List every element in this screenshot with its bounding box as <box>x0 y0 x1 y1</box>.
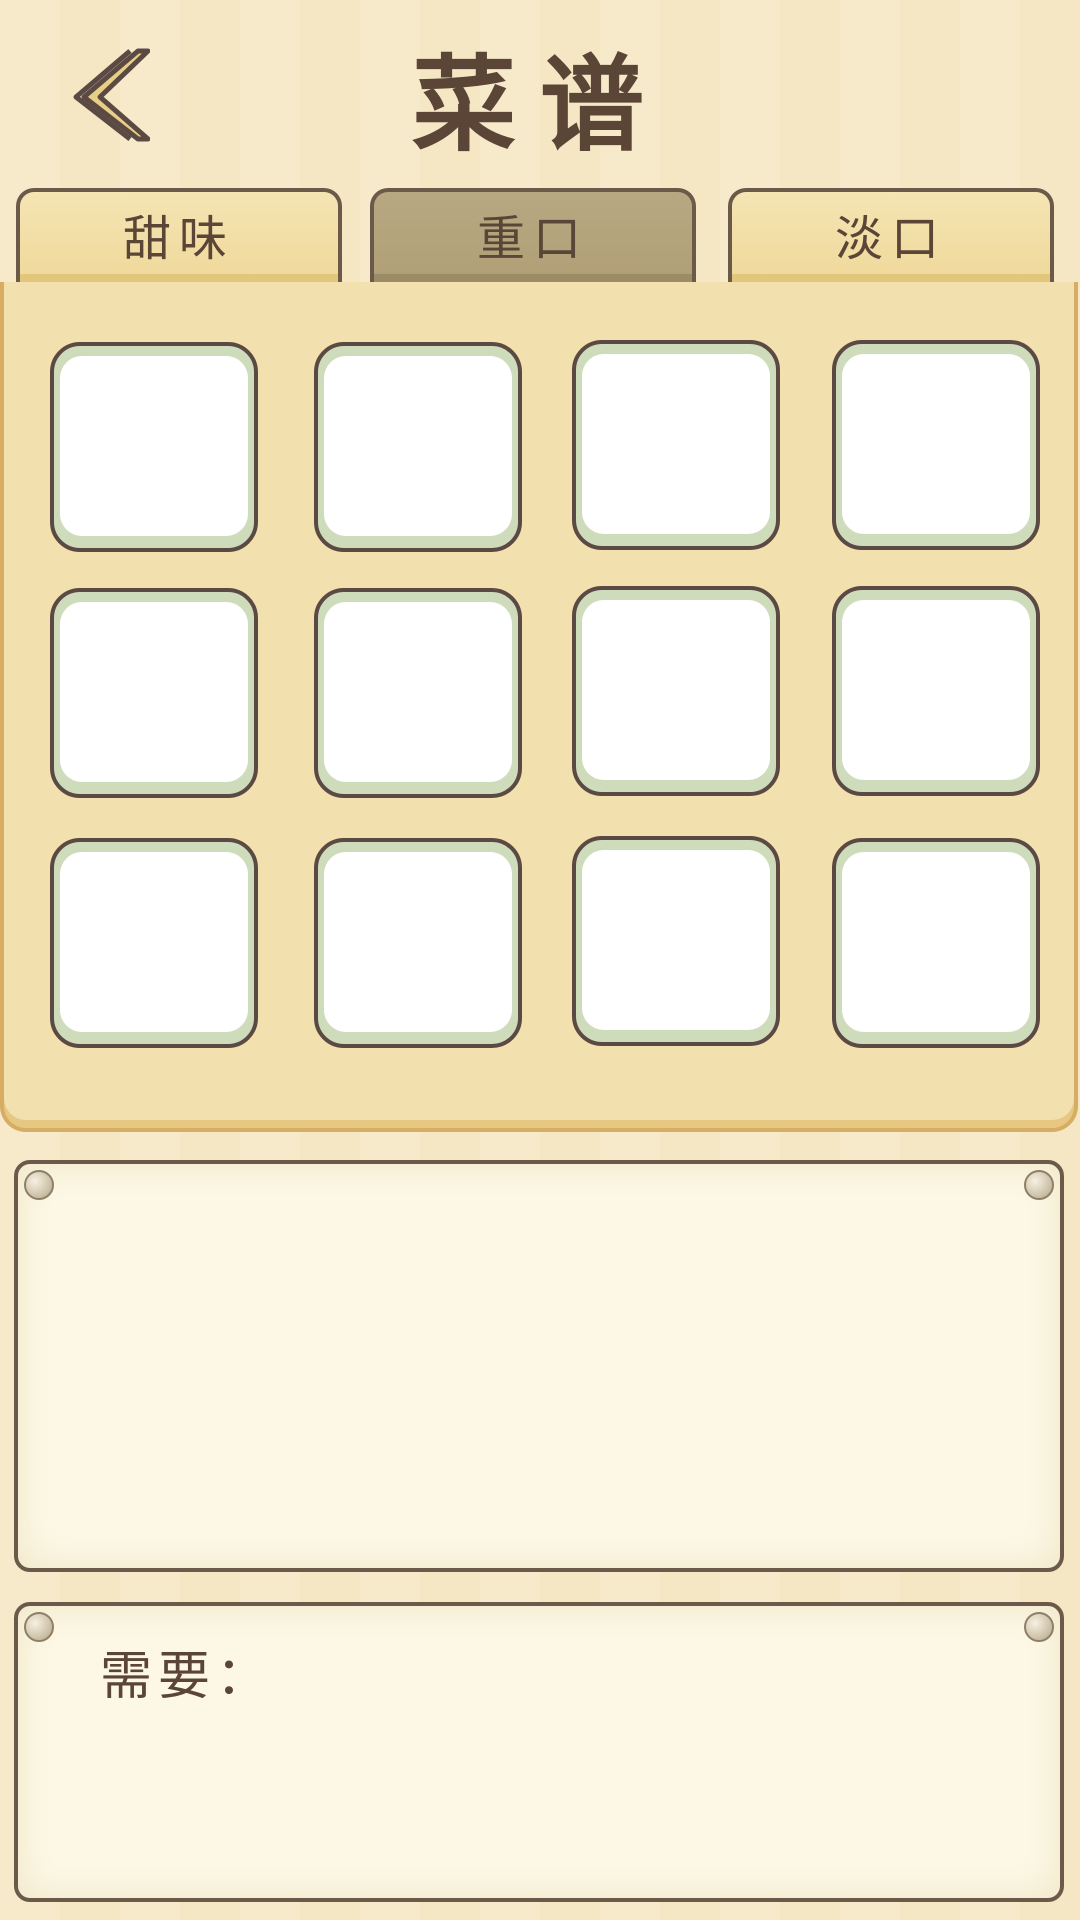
recipe-slot[interactable] <box>572 836 780 1046</box>
tab-light[interactable]: 淡口 <box>728 188 1054 282</box>
tab-heavy[interactable]: 重口 <box>370 188 696 282</box>
pin-icon <box>24 1170 54 1200</box>
recipe-slot[interactable] <box>50 838 258 1048</box>
recipe-slot[interactable] <box>50 588 258 798</box>
recipe-slot[interactable] <box>572 586 780 796</box>
recipe-slot[interactable] <box>314 588 522 798</box>
pin-icon <box>24 1612 54 1642</box>
recipe-slot[interactable] <box>832 838 1040 1048</box>
pin-icon <box>1024 1170 1054 1200</box>
recipe-slot[interactable] <box>314 838 522 1048</box>
recipe-slot[interactable] <box>572 340 780 550</box>
recipe-slot[interactable] <box>314 342 522 552</box>
tab-sweet[interactable]: 甜味 <box>16 188 342 282</box>
pin-icon <box>1024 1612 1054 1642</box>
back-button[interactable] <box>60 45 151 145</box>
requirement-panel: 需要： <box>14 1602 1064 1902</box>
recipe-info-panel <box>14 1160 1064 1572</box>
requirement-label: 需要： <box>100 1647 275 1707</box>
page-title: 菜谱 <box>411 44 668 166</box>
recipe-board <box>0 282 1078 1132</box>
recipe-slot[interactable] <box>50 342 258 552</box>
recipe-slot[interactable] <box>832 586 1040 796</box>
recipe-slot[interactable] <box>832 340 1040 550</box>
chevron-left-icon <box>73 48 151 142</box>
